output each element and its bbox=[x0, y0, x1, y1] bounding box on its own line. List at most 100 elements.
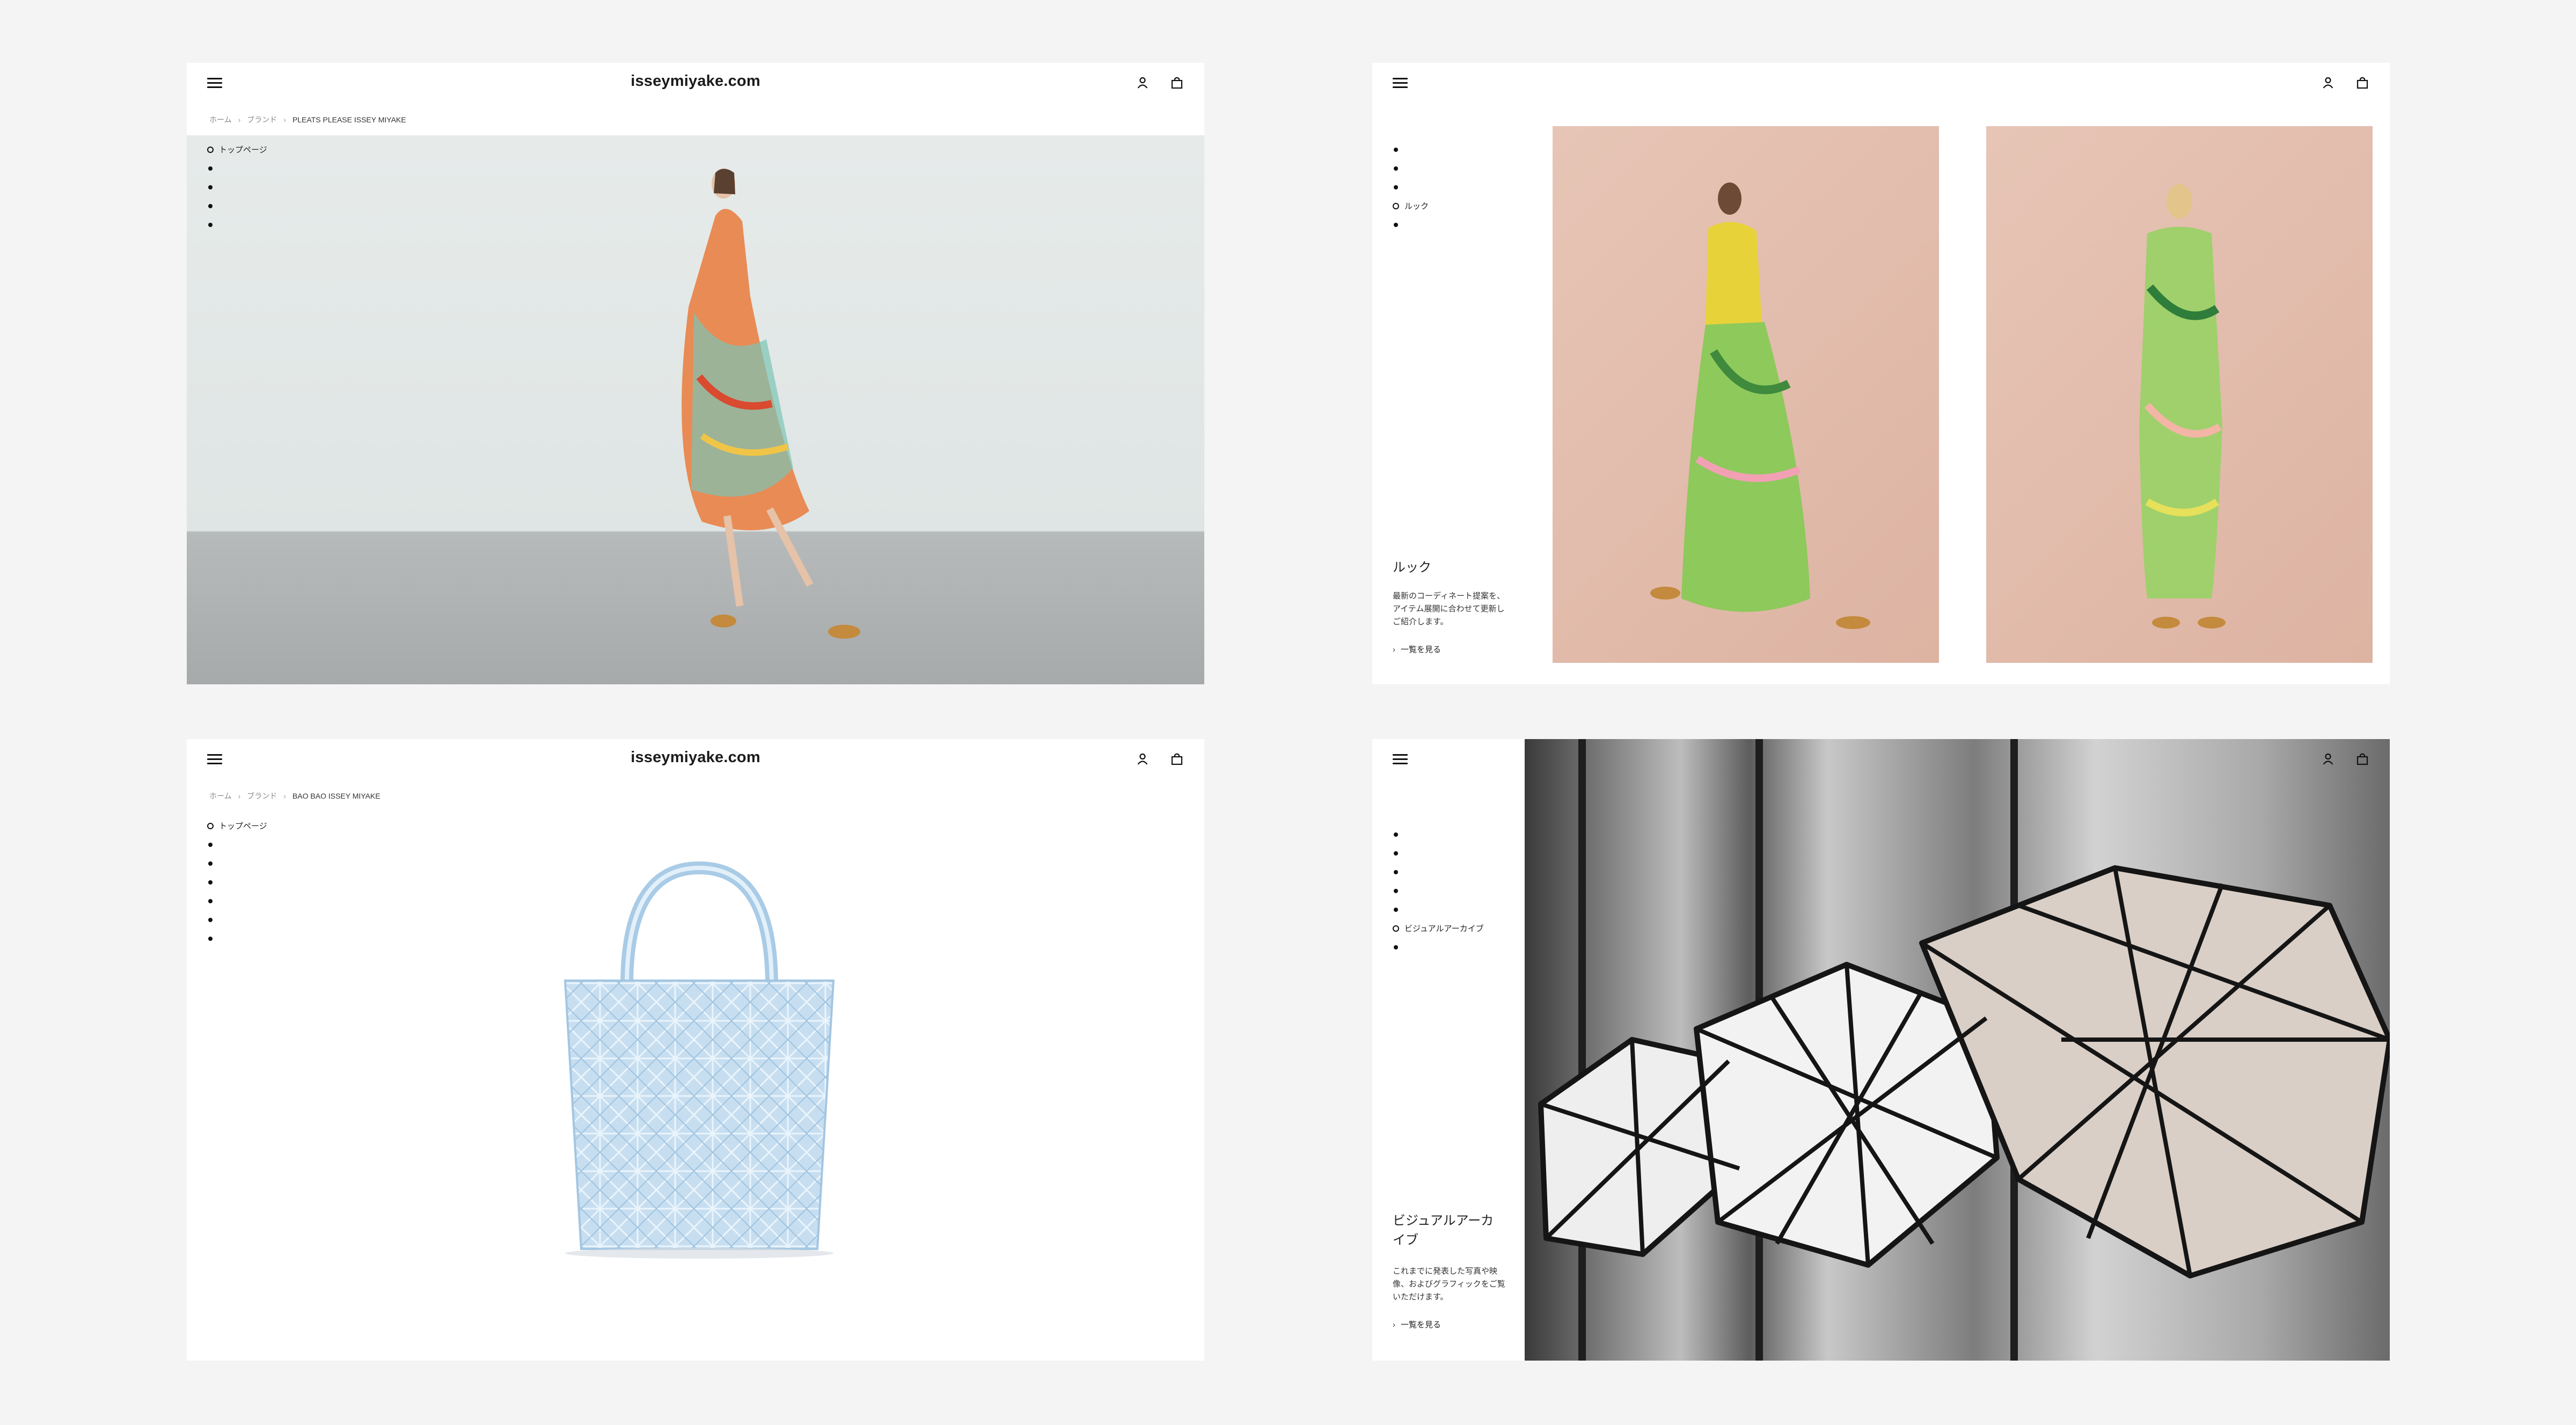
dot-indicator-icon bbox=[208, 936, 213, 941]
dot-indicator-icon bbox=[1394, 888, 1398, 893]
dot-indicator-icon bbox=[208, 861, 213, 866]
ring-indicator-icon bbox=[207, 146, 214, 153]
breadcrumb: ホーム › ブランド › BAO BAO ISSEY MIYAKE bbox=[209, 791, 380, 801]
section-nav-item[interactable] bbox=[1393, 159, 1429, 178]
ring-indicator-icon bbox=[207, 822, 214, 829]
view-all-link[interactable]: › 一覧を見る bbox=[1393, 644, 1441, 655]
section-nav: トップページ bbox=[207, 816, 267, 948]
dot-indicator-icon bbox=[1394, 907, 1398, 912]
site-logo[interactable]: isseymiyake.com bbox=[187, 749, 1204, 766]
section-title: ビジュアルアーカイブ bbox=[1393, 1214, 1494, 1247]
model-figure bbox=[682, 169, 860, 639]
section-nav-item-active[interactable]: トップページ bbox=[207, 816, 267, 835]
dot-indicator-icon bbox=[1394, 869, 1398, 874]
site-logo[interactable]: isseymiyake.com bbox=[187, 72, 1204, 90]
shopping-bag-icon bbox=[2357, 77, 2368, 89]
account-button[interactable] bbox=[2321, 752, 2335, 766]
visual-archive-section-panel: ビジュアルアーカイブ ビジュアルアーカイブ これまでに発表した写真や映像、および… bbox=[1372, 739, 2390, 1361]
section-nav: ビジュアルアーカイブ bbox=[1393, 825, 1484, 956]
section-description: 最新のコーディネート提案を、アイテム展開に合わせて更新しご紹介します。 bbox=[1393, 591, 1505, 626]
section-nav-item[interactable] bbox=[1393, 140, 1429, 159]
section-nav-item[interactable] bbox=[207, 196, 267, 215]
breadcrumb-brand[interactable]: ブランド bbox=[247, 114, 277, 125]
breadcrumb-home[interactable]: ホーム bbox=[209, 114, 232, 125]
section-nav-item[interactable] bbox=[1393, 178, 1429, 196]
dot-indicator-icon bbox=[208, 166, 213, 171]
cart-button[interactable] bbox=[2355, 76, 2369, 90]
dot-indicator-icon bbox=[208, 917, 213, 922]
dot-indicator-icon bbox=[1394, 147, 1398, 152]
section-nav-item[interactable] bbox=[207, 159, 267, 178]
look-section-panel: ルック ルック 最新のコーディネート提案を、アイテム展開に合わせて更新しご紹介し… bbox=[1372, 63, 2390, 684]
cart-button[interactable] bbox=[1170, 752, 1184, 766]
dot-indicator-icon bbox=[1394, 166, 1398, 171]
section-nav-item[interactable] bbox=[207, 929, 267, 948]
section-nav-item[interactable] bbox=[1393, 844, 1484, 863]
dot-indicator-icon bbox=[208, 880, 213, 885]
section-nav-item[interactable] bbox=[207, 873, 267, 891]
section-title: ルック bbox=[1393, 560, 1431, 575]
breadcrumb: ホーム › ブランド › PLEATS PLEASE ISSEY MIYAKE bbox=[209, 114, 406, 125]
section-nav-item[interactable] bbox=[207, 835, 267, 854]
look-image[interactable] bbox=[1553, 126, 1939, 663]
section-nav-item[interactable] bbox=[1393, 900, 1484, 919]
chevron-right-icon: › bbox=[1393, 645, 1395, 654]
dot-indicator-icon bbox=[1394, 222, 1398, 227]
geometric-bags-photo bbox=[1538, 739, 2390, 1361]
breadcrumb-current: PLEATS PLEASE ISSEY MIYAKE bbox=[292, 115, 406, 124]
account-button[interactable] bbox=[1136, 752, 1150, 766]
cart-button[interactable] bbox=[1170, 76, 1184, 90]
view-all-link[interactable]: › 一覧を見る bbox=[1393, 1319, 1441, 1330]
dot-indicator-icon bbox=[208, 842, 213, 847]
archive-image[interactable] bbox=[1525, 739, 2390, 1361]
bao-bao-page-panel: isseymiyake.com ホーム › ブランド › BAO BAO ISS… bbox=[187, 739, 1204, 1361]
chevron-right-icon: › bbox=[283, 115, 286, 124]
user-icon bbox=[2323, 77, 2333, 89]
section-nav-item[interactable] bbox=[207, 910, 267, 929]
section-nav-item[interactable] bbox=[207, 178, 267, 196]
chevron-right-icon: › bbox=[238, 115, 241, 124]
account-button[interactable] bbox=[1136, 76, 1150, 90]
chevron-right-icon: › bbox=[238, 792, 241, 800]
user-icon bbox=[1137, 77, 1148, 89]
dot-indicator-icon bbox=[1394, 185, 1398, 189]
hamburger-menu-icon[interactable] bbox=[1393, 77, 1408, 89]
section-nav-item-active[interactable]: ビジュアルアーカイブ bbox=[1393, 919, 1484, 938]
hamburger-menu-icon[interactable] bbox=[1393, 753, 1408, 765]
section-nav-item-active[interactable]: ルック bbox=[1393, 196, 1429, 215]
dot-indicator-icon bbox=[208, 203, 213, 208]
section-nav-item[interactable] bbox=[207, 215, 267, 234]
hero-image bbox=[187, 135, 1204, 684]
section-nav: トップページ bbox=[207, 140, 267, 234]
account-button[interactable] bbox=[2321, 76, 2335, 90]
section-nav-item[interactable] bbox=[1393, 863, 1484, 881]
breadcrumb-current: BAO BAO ISSEY MIYAKE bbox=[292, 792, 380, 800]
dot-indicator-icon bbox=[1394, 945, 1398, 949]
section-nav-item-active[interactable]: トップページ bbox=[207, 140, 267, 159]
look-figure bbox=[2139, 184, 2226, 629]
pleats-please-page-panel: isseymiyake.com ホーム › ブランド › PLEATS PLEA… bbox=[187, 63, 1204, 684]
section-nav-item[interactable] bbox=[1393, 938, 1484, 956]
breadcrumb-home[interactable]: ホーム bbox=[209, 791, 232, 801]
section-nav-item[interactable] bbox=[1393, 215, 1429, 234]
section-nav-item[interactable] bbox=[207, 854, 267, 873]
shopping-bag-icon bbox=[1171, 753, 1183, 765]
breadcrumb-brand[interactable]: ブランド bbox=[247, 791, 277, 801]
dot-indicator-icon bbox=[208, 185, 213, 189]
cart-button[interactable] bbox=[2355, 752, 2369, 766]
section-nav-item[interactable] bbox=[207, 891, 267, 910]
product-image[interactable] bbox=[544, 852, 855, 1260]
look-image[interactable] bbox=[1986, 126, 2373, 663]
dot-indicator-icon bbox=[208, 898, 213, 903]
chevron-right-icon: › bbox=[1393, 1320, 1395, 1329]
chevron-right-icon: › bbox=[283, 792, 286, 800]
section-nav-item[interactable] bbox=[1393, 881, 1484, 900]
section-description: これまでに発表した写真や映像、およびグラフィックをご覧いただけます。 bbox=[1393, 1267, 1505, 1302]
user-icon bbox=[2323, 753, 2333, 765]
shopping-bag-icon bbox=[2357, 753, 2368, 765]
section-nav-item[interactable] bbox=[1393, 825, 1484, 844]
dot-indicator-icon bbox=[208, 222, 213, 227]
dot-indicator-icon bbox=[1394, 832, 1398, 837]
section-nav: ルック bbox=[1393, 140, 1429, 234]
dot-indicator-icon bbox=[1394, 851, 1398, 856]
